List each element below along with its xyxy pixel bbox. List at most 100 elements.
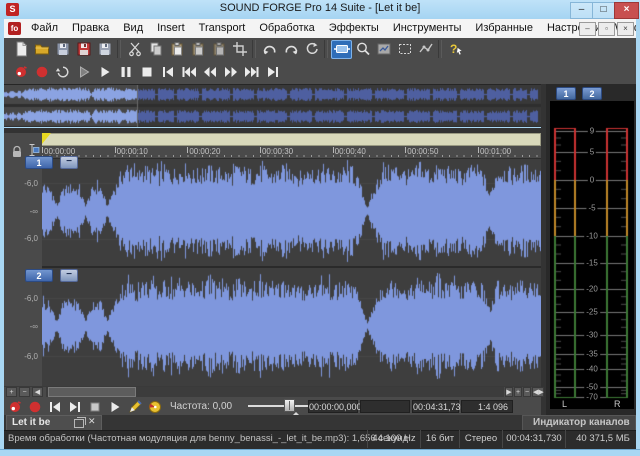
mdi-restore-button[interactable]: ▫ (598, 22, 615, 36)
title-bar[interactable]: S SOUND FORGE Pro 14 Suite - [Let it be]… (0, 0, 640, 19)
window-title: SOUND FORGE Pro 14 Suite - [Let it be] (0, 2, 640, 14)
minimize-button[interactable]: – (570, 2, 593, 19)
paste-special-button[interactable] (187, 40, 208, 59)
ruler-major-tick (405, 147, 406, 153)
record-mini-button[interactable] (26, 399, 44, 414)
edit-tool-button[interactable] (331, 40, 352, 59)
selection-tool-button[interactable] (394, 40, 415, 59)
paste-mix-button[interactable] (208, 40, 229, 59)
edit-tool-icon (333, 40, 351, 58)
save-all-icon (96, 40, 114, 58)
channel-1-button[interactable]: 1 (25, 156, 53, 169)
menu-item-7[interactable]: Инструменты (386, 19, 469, 38)
pause-button[interactable] (115, 63, 136, 82)
toolbar-separator (324, 40, 328, 58)
meter-channel-2-button[interactable]: 2 (582, 87, 602, 100)
whats-this-help-button[interactable]: ? (445, 40, 466, 59)
loop-start-marker[interactable] (42, 133, 51, 144)
close-button[interactable]: × (614, 2, 639, 19)
go-to-end-button[interactable] (262, 63, 283, 82)
maximize-button[interactable]: □ (592, 2, 615, 19)
menu-item-1[interactable]: Правка (65, 19, 116, 38)
tab-restore-icon[interactable] (74, 419, 84, 428)
selection-end-display[interactable] (360, 400, 410, 413)
loop-region-bar[interactable] (42, 133, 541, 146)
play-all-button[interactable] (73, 63, 94, 82)
menu-item-4[interactable]: Transport (192, 19, 253, 38)
redo-button[interactable] (280, 40, 301, 59)
hscroll-zoom-in-button[interactable]: + (6, 387, 17, 397)
go-to-next-icon (242, 64, 262, 80)
envelope-tool-icon (417, 40, 435, 58)
channel-divider[interactable] (42, 266, 541, 268)
channel-1-collapse-button[interactable]: − (60, 156, 78, 169)
save-as-button[interactable] (73, 40, 94, 59)
tab-close-icon[interactable]: ✕ (88, 416, 96, 427)
menu-item-2[interactable]: Вид (116, 19, 150, 38)
mdi-minimize-button[interactable]: – (579, 22, 596, 36)
lock-icon[interactable] (9, 144, 25, 160)
hscroll-zoom-fit-button[interactable]: ◀▶ (532, 387, 544, 397)
zoom-ratio-display[interactable]: 1:4 096 (461, 400, 513, 413)
event-tool-button[interactable] (373, 40, 394, 59)
position-display[interactable]: 00:00:00,000 (308, 400, 358, 413)
toolbar-separator (117, 40, 121, 58)
meter-channel-1-button[interactable]: 1 (556, 87, 576, 100)
waveform-display[interactable] (42, 159, 541, 386)
redo-icon (282, 40, 300, 58)
stop-button[interactable] (136, 63, 157, 82)
record-remote-button[interactable] (10, 63, 31, 82)
document-icon[interactable]: fo (8, 22, 21, 35)
record-remote-icon (11, 64, 31, 80)
meter-scale-label: -50 (584, 383, 600, 392)
magnify-tool-button[interactable] (352, 40, 373, 59)
go-to-start-mini-button[interactable] (46, 399, 64, 414)
menu-item-3[interactable]: Insert (150, 19, 192, 38)
record-remote-mini-button[interactable] (6, 399, 24, 414)
hscroll-scroll-right-button[interactable]: ▶ (505, 387, 513, 397)
open-file-button[interactable] (31, 40, 52, 59)
record-button[interactable] (31, 63, 52, 82)
meter-scale-label: -70 (584, 393, 600, 402)
pencil-edit-mini-button[interactable] (126, 399, 144, 414)
forward-button[interactable] (220, 63, 241, 82)
stop-mini-button[interactable] (86, 399, 104, 414)
event-tool-mini-button[interactable] (146, 399, 164, 414)
scrollbar-thumb[interactable] (48, 387, 136, 397)
menu-item-6[interactable]: Эффекты (322, 19, 386, 38)
trim-crop-button[interactable] (229, 40, 250, 59)
hscroll-zoom-in-button[interactable]: + (514, 387, 522, 397)
go-to-previous-button[interactable] (178, 63, 199, 82)
paste-button[interactable] (166, 40, 187, 59)
undo-button[interactable] (259, 40, 280, 59)
save-button[interactable] (52, 40, 73, 59)
db-label: -6,0 (8, 352, 38, 361)
waveform-overview[interactable] (4, 85, 541, 127)
selection-length-display[interactable]: 00:04:31,730 (412, 400, 459, 413)
copy-button[interactable] (145, 40, 166, 59)
play-button[interactable] (94, 63, 115, 82)
menu-item-5[interactable]: Обработка (252, 19, 321, 38)
window-border-left (0, 19, 4, 456)
menu-item-8[interactable]: Избранные эффекты (468, 19, 540, 38)
new-file-button[interactable] (10, 40, 31, 59)
hscroll-scroll-left-button[interactable]: ◀ (32, 387, 43, 397)
repeat-button[interactable] (301, 40, 322, 59)
channel-2-button[interactable]: 2 (25, 269, 53, 282)
envelope-tool-button[interactable] (415, 40, 436, 59)
play-mini-button[interactable] (106, 399, 124, 414)
hscroll-zoom-out-button[interactable]: − (19, 387, 30, 397)
menu-bar: fo ФайлПравкаВидInsertTransportОбработка… (4, 19, 636, 39)
loop-playback-button[interactable] (52, 63, 73, 82)
go-to-end-mini-button[interactable] (66, 399, 84, 414)
meters-panel-tab[interactable]: Индикатор каналов (522, 415, 636, 430)
mdi-close-button[interactable]: × (617, 22, 634, 36)
go-to-start-button[interactable] (157, 63, 178, 82)
hscroll-zoom-out-button[interactable]: − (523, 387, 531, 397)
save-all-button[interactable] (94, 40, 115, 59)
rewind-button[interactable] (199, 63, 220, 82)
go-to-next-button[interactable] (241, 63, 262, 82)
channel-2-collapse-button[interactable]: − (60, 269, 78, 282)
cut-button[interactable] (124, 40, 145, 59)
menu-item-0[interactable]: Файл (24, 19, 65, 38)
